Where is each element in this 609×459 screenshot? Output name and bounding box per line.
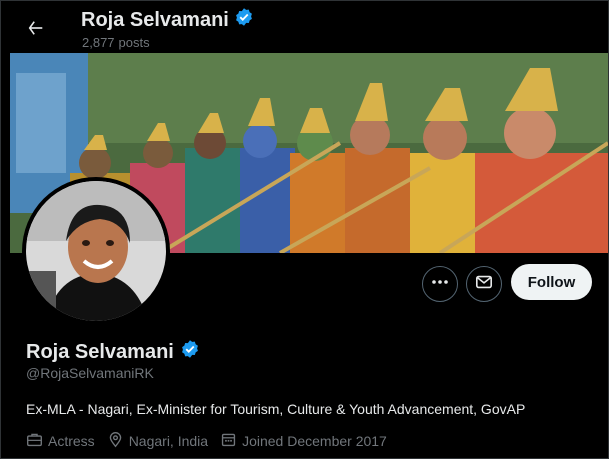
location-item: Nagari, India <box>107 431 208 451</box>
header-name-text: Roja Selvamani <box>81 8 229 31</box>
briefcase-icon <box>26 431 43 451</box>
location-pin-icon <box>107 431 124 451</box>
user-handle: @RojaSelvamaniRK <box>26 365 154 381</box>
display-name-text: Roja Selvamani <box>26 340 174 363</box>
posts-count: 2,877 <box>82 35 115 50</box>
posts-label: posts <box>118 35 150 50</box>
joined-item: Joined December 2017 <box>220 431 387 451</box>
profile-bio: Ex-MLA - Nagari, Ex-Minister for Tourism… <box>26 401 526 417</box>
verified-badge-icon <box>234 7 254 33</box>
arrow-left-icon <box>27 19 45 42</box>
occupation-text: Actress <box>48 433 95 449</box>
calendar-icon <box>220 431 237 451</box>
location-text: Nagari, India <box>128 433 209 449</box>
occupation-item: Actress <box>26 431 95 451</box>
display-name: Roja Selvamani <box>26 339 200 365</box>
more-button[interactable] <box>422 266 458 302</box>
joined-text: Joined December 2017 <box>242 433 387 449</box>
profile-meta: Actress Nagari, India Joined December 20… <box>26 431 387 451</box>
follow-button[interactable]: Follow <box>511 264 592 300</box>
profile-avatar[interactable] <box>26 181 166 321</box>
envelope-icon <box>475 273 493 296</box>
header-post-count: 2,877 posts <box>82 35 150 50</box>
header-title: Roja Selvamani <box>81 7 254 33</box>
verified-badge-icon[interactable] <box>180 339 200 365</box>
back-button[interactable] <box>20 14 52 46</box>
more-dots-icon <box>431 273 449 296</box>
message-button[interactable] <box>466 266 502 302</box>
